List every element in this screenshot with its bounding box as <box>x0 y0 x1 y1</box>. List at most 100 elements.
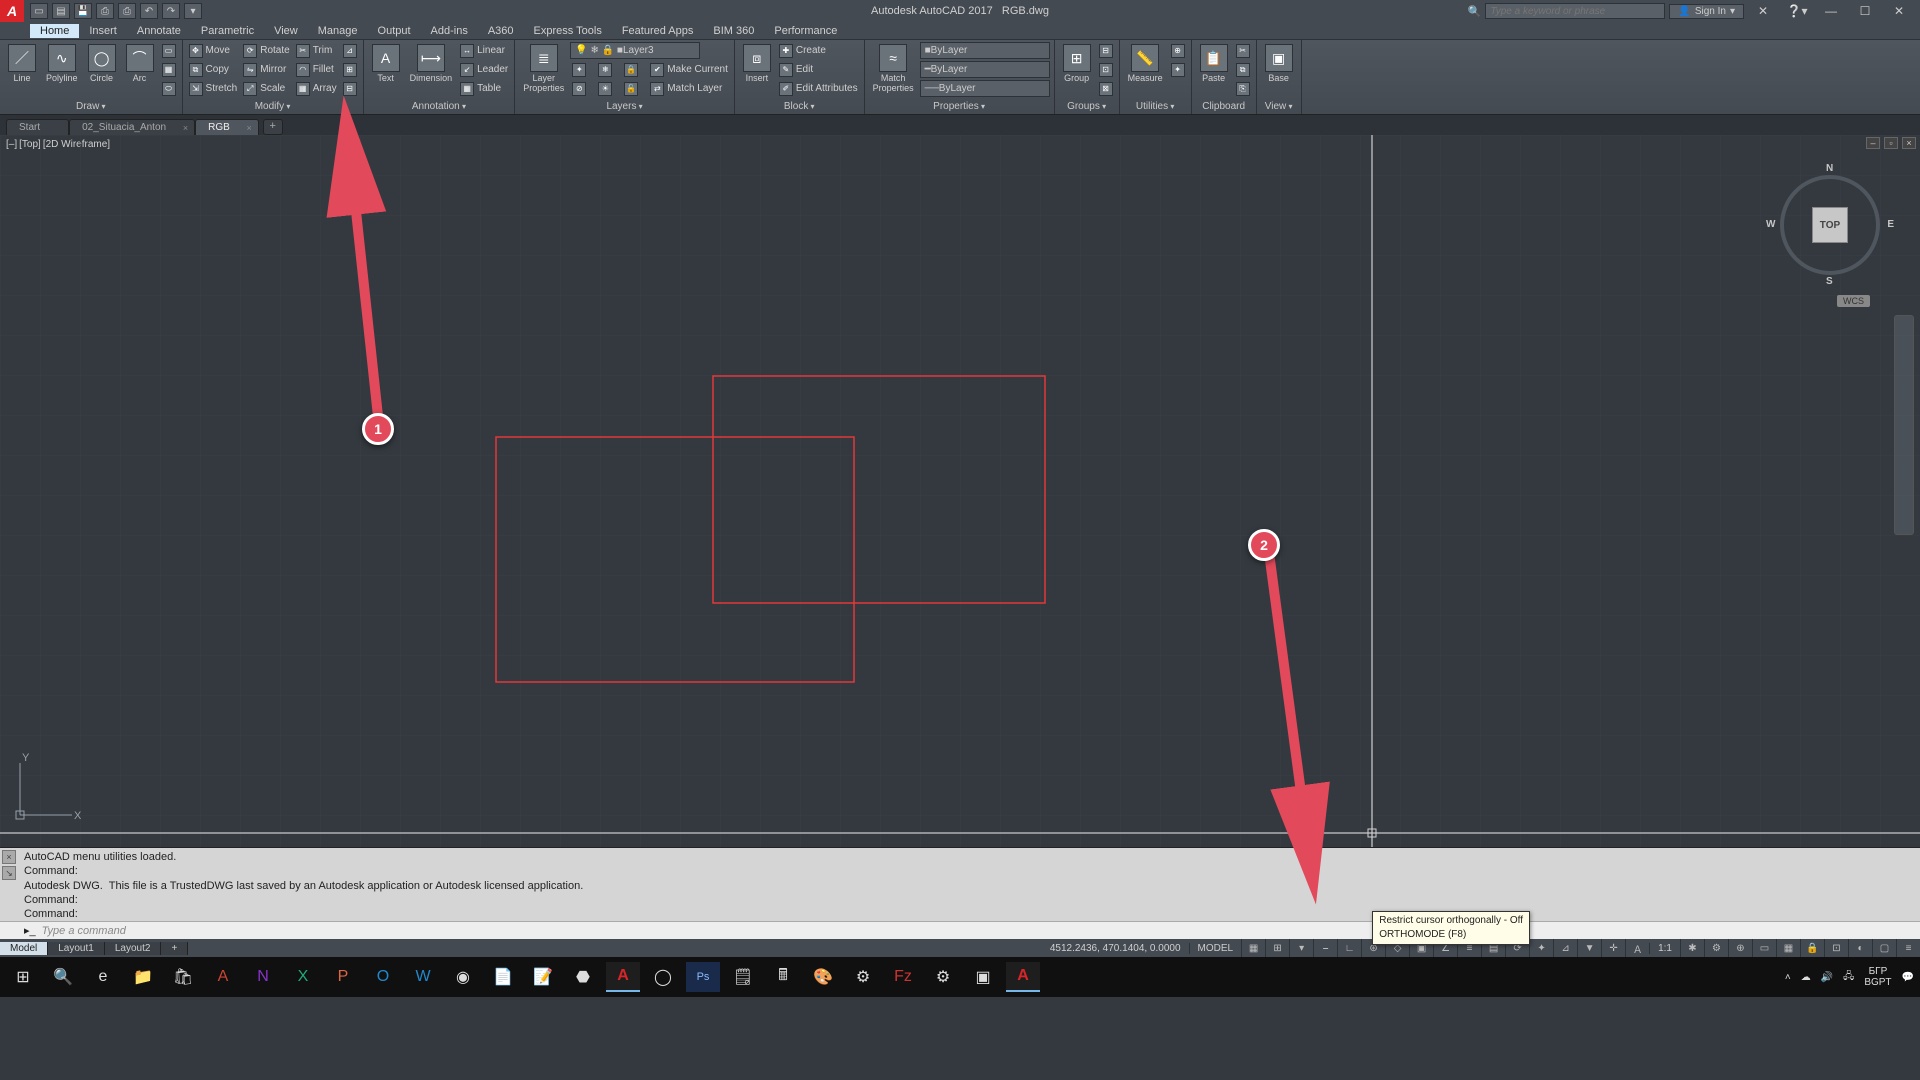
close-button[interactable]: ✕ <box>1884 2 1914 20</box>
qp-toggle[interactable]: ▦ <box>1776 939 1800 957</box>
group-edit-icon[interactable]: ⊡ <box>1097 61 1115 78</box>
dyn-input-toggle[interactable]: ⎯ <box>1313 939 1337 957</box>
tray-onedrive-icon[interactable]: ☁ <box>1801 972 1811 983</box>
viewcube[interactable]: TOP N S E W <box>1770 165 1890 285</box>
task-app3-icon[interactable]: ▣ <box>966 962 1000 992</box>
scale-ratio[interactable]: 1:1 <box>1649 943 1680 954</box>
measure-button[interactable]: 📏Measure <box>1124 42 1167 86</box>
tab-view[interactable]: View <box>264 24 308 38</box>
exchange-icon[interactable]: ✕ <box>1748 2 1778 20</box>
make-current-button[interactable]: ✔Make Current <box>648 61 730 78</box>
mirror-button[interactable]: ⇋Mirror <box>241 61 291 78</box>
tab-bim360[interactable]: BIM 360 <box>703 24 764 38</box>
layer-unlock-icon[interactable]: 🔓 <box>622 80 640 97</box>
panel-block-title[interactable]: Block <box>739 100 860 114</box>
layout-tab-1[interactable]: Layout1 <box>48 942 105 955</box>
copy-button[interactable]: ⧉Copy <box>187 61 240 78</box>
qat-save-icon[interactable]: 💾 <box>74 3 92 19</box>
doc-tab-1[interactable]: 02_Situacia_Anton× <box>69 119 195 135</box>
tab-output[interactable]: Output <box>368 24 421 38</box>
add-layout-button[interactable]: + <box>161 942 188 955</box>
doc-tab-2[interactable]: RGB× <box>195 119 259 135</box>
layout-tab-2[interactable]: Layout2 <box>105 942 162 955</box>
base-view-button[interactable]: ▣Base <box>1261 42 1297 86</box>
minimize-button[interactable]: — <box>1816 2 1846 20</box>
gizmo-toggle[interactable]: ✛ <box>1601 939 1625 957</box>
ws-toggle[interactable]: ⚙ <box>1704 939 1728 957</box>
paste-button[interactable]: 📋Paste <box>1196 42 1232 86</box>
qat-more-icon[interactable]: ▾ <box>184 3 202 19</box>
task-app2-icon[interactable]: ⚙ <box>846 962 880 992</box>
layout-tab-model[interactable]: Model <box>0 942 48 955</box>
draw-rect-icon[interactable]: ▭ <box>160 42 178 59</box>
trim-button[interactable]: ✂Trim <box>294 42 339 59</box>
linetype-dropdown[interactable]: ── ByLayer <box>920 80 1050 97</box>
3dosnap-toggle[interactable]: ✦ <box>1529 939 1553 957</box>
circle-button[interactable]: ◯Circle <box>84 42 120 86</box>
task-notes-icon[interactable]: 🗒 <box>726 962 760 992</box>
panel-draw-title[interactable]: Draw <box>4 100 178 114</box>
tab-insert[interactable]: Insert <box>79 24 127 38</box>
iso-objects-toggle[interactable]: ⊡ <box>1824 939 1848 957</box>
panel-utilities-title[interactable]: Utilities <box>1124 100 1187 114</box>
help-icon[interactable]: ❔▾ <box>1782 2 1812 20</box>
arc-button[interactable]: ⌒Arc <box>122 42 158 86</box>
color-dropdown[interactable]: ■ ByLayer <box>920 42 1050 59</box>
panel-groups-title[interactable]: Groups <box>1059 100 1115 114</box>
line-button[interactable]: ／Line <box>4 42 40 86</box>
layer-lock-icon[interactable]: 🔒 <box>622 61 640 78</box>
wcs-label[interactable]: WCS <box>1837 295 1870 307</box>
task-autocad-icon[interactable]: A <box>606 962 640 992</box>
move-button[interactable]: ✥Move <box>187 42 240 59</box>
panel-properties-title[interactable]: Properties <box>869 100 1050 114</box>
group-select-icon[interactable]: ⊠ <box>1097 80 1115 97</box>
panel-modify-title[interactable]: Modify <box>187 100 359 114</box>
task-outlook-icon[interactable]: O <box>366 962 400 992</box>
tab-home[interactable]: Home <box>30 24 79 38</box>
leader-button[interactable]: ↙Leader <box>458 61 510 78</box>
task-edge-icon[interactable]: e <box>86 962 120 992</box>
qat-open-icon[interactable]: ▤ <box>52 3 70 19</box>
match-properties-button[interactable]: ≈Match Properties <box>869 42 918 96</box>
task-chrome-icon[interactable]: ◉ <box>446 962 480 992</box>
insert-block-button[interactable]: ⧈Insert <box>739 42 775 86</box>
signin-button[interactable]: 👤 Sign In▾ <box>1669 4 1744 19</box>
units-toggle[interactable]: ▭ <box>1752 939 1776 957</box>
layer-thaw-icon[interactable]: ☀ <box>596 80 614 97</box>
cmd-close-icon[interactable]: × <box>2 850 16 864</box>
tab-featured-apps[interactable]: Featured Apps <box>612 24 704 38</box>
maximize-button[interactable]: ☐ <box>1850 2 1880 20</box>
layer-off-icon[interactable]: ⊘ <box>570 80 588 97</box>
keyword-search-input[interactable] <box>1485 3 1665 19</box>
space-toggle[interactable]: MODEL <box>1189 943 1242 954</box>
task-calc-icon[interactable]: 🖩 <box>766 962 800 992</box>
tray-volume-icon[interactable]: 🔊 <box>1821 972 1833 983</box>
hardware-toggle[interactable]: ◐ <box>1848 939 1872 957</box>
edit-attributes-button[interactable]: ✐Edit Attributes <box>777 80 860 97</box>
tray-language[interactable]: БГРBGPT <box>1864 966 1891 988</box>
modify-ext3-icon[interactable]: ⊟ <box>341 80 359 97</box>
task-app1-icon[interactable]: ⬣ <box>566 962 600 992</box>
qat-redo-icon[interactable]: ↷ <box>162 3 180 19</box>
grid-toggle[interactable]: ▦ <box>1241 939 1265 957</box>
panel-layers-title[interactable]: Layers <box>519 100 730 114</box>
task-photoshop-icon[interactable]: Ps <box>686 962 720 992</box>
filter-toggle[interactable]: ▼ <box>1577 939 1601 957</box>
task-store-icon[interactable]: 🛍 <box>166 962 200 992</box>
layer-freeze-icon[interactable]: ❄ <box>596 61 614 78</box>
task-search-icon[interactable]: 🔍 <box>46 962 80 992</box>
cut-icon[interactable]: ✂ <box>1234 42 1252 59</box>
clean-screen-toggle[interactable]: ▢ <box>1872 939 1896 957</box>
task-autocad2-icon[interactable]: A <box>1006 962 1040 992</box>
task-skype-icon[interactable]: ◯ <box>646 962 680 992</box>
tab-manage[interactable]: Manage <box>308 24 368 38</box>
panel-view-title[interactable]: View <box>1261 100 1297 114</box>
layer-dropdown[interactable]: 💡 ❄ 🔒 ■ Layer3 <box>570 42 700 59</box>
array-button[interactable]: ▦Array <box>294 80 339 97</box>
tray-network-icon[interactable]: 🖧 <box>1843 969 1854 986</box>
tab-parametric[interactable]: Parametric <box>191 24 264 38</box>
util2-icon[interactable]: ✦ <box>1169 61 1187 78</box>
task-powerpoint-icon[interactable]: P <box>326 962 360 992</box>
util1-icon[interactable]: ⊕ <box>1169 42 1187 59</box>
table-button[interactable]: ▦Table <box>458 80 510 97</box>
